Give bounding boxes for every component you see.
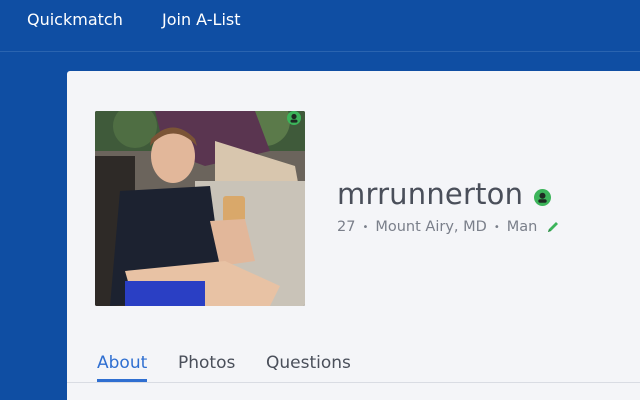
nav-quickmatch-link[interactable]: Quickmatch bbox=[27, 10, 123, 29]
online-status-icon bbox=[534, 189, 551, 206]
profile-age: 27 bbox=[337, 219, 356, 235]
separator-dot: • bbox=[493, 221, 500, 233]
separator-dot: • bbox=[362, 221, 369, 233]
profile-details: 27 • Mount Airy, MD • Man bbox=[337, 219, 560, 235]
nav-join-alist-link[interactable]: Join A-List bbox=[162, 10, 241, 29]
profile-photo-image bbox=[95, 111, 305, 306]
profile-location: Mount Airy, MD bbox=[375, 219, 487, 235]
tab-about[interactable]: About bbox=[97, 353, 147, 373]
tab-questions[interactable]: Questions bbox=[266, 353, 351, 373]
tab-photos[interactable]: Photos bbox=[178, 353, 235, 373]
top-navigation: Quickmatch Join A-List bbox=[0, 0, 640, 52]
active-tab-indicator bbox=[97, 379, 147, 382]
profile-username: mrrunnerton bbox=[337, 177, 524, 211]
photo-verified-icon bbox=[287, 111, 301, 125]
profile-card: mrrunnerton 27 • Mount Airy, MD • Man Ab… bbox=[67, 71, 640, 400]
edit-pencil-icon[interactable] bbox=[546, 220, 560, 234]
profile-photo[interactable] bbox=[95, 111, 305, 306]
profile-tabs: About Photos Questions bbox=[67, 346, 640, 383]
profile-gender: Man bbox=[506, 219, 538, 235]
